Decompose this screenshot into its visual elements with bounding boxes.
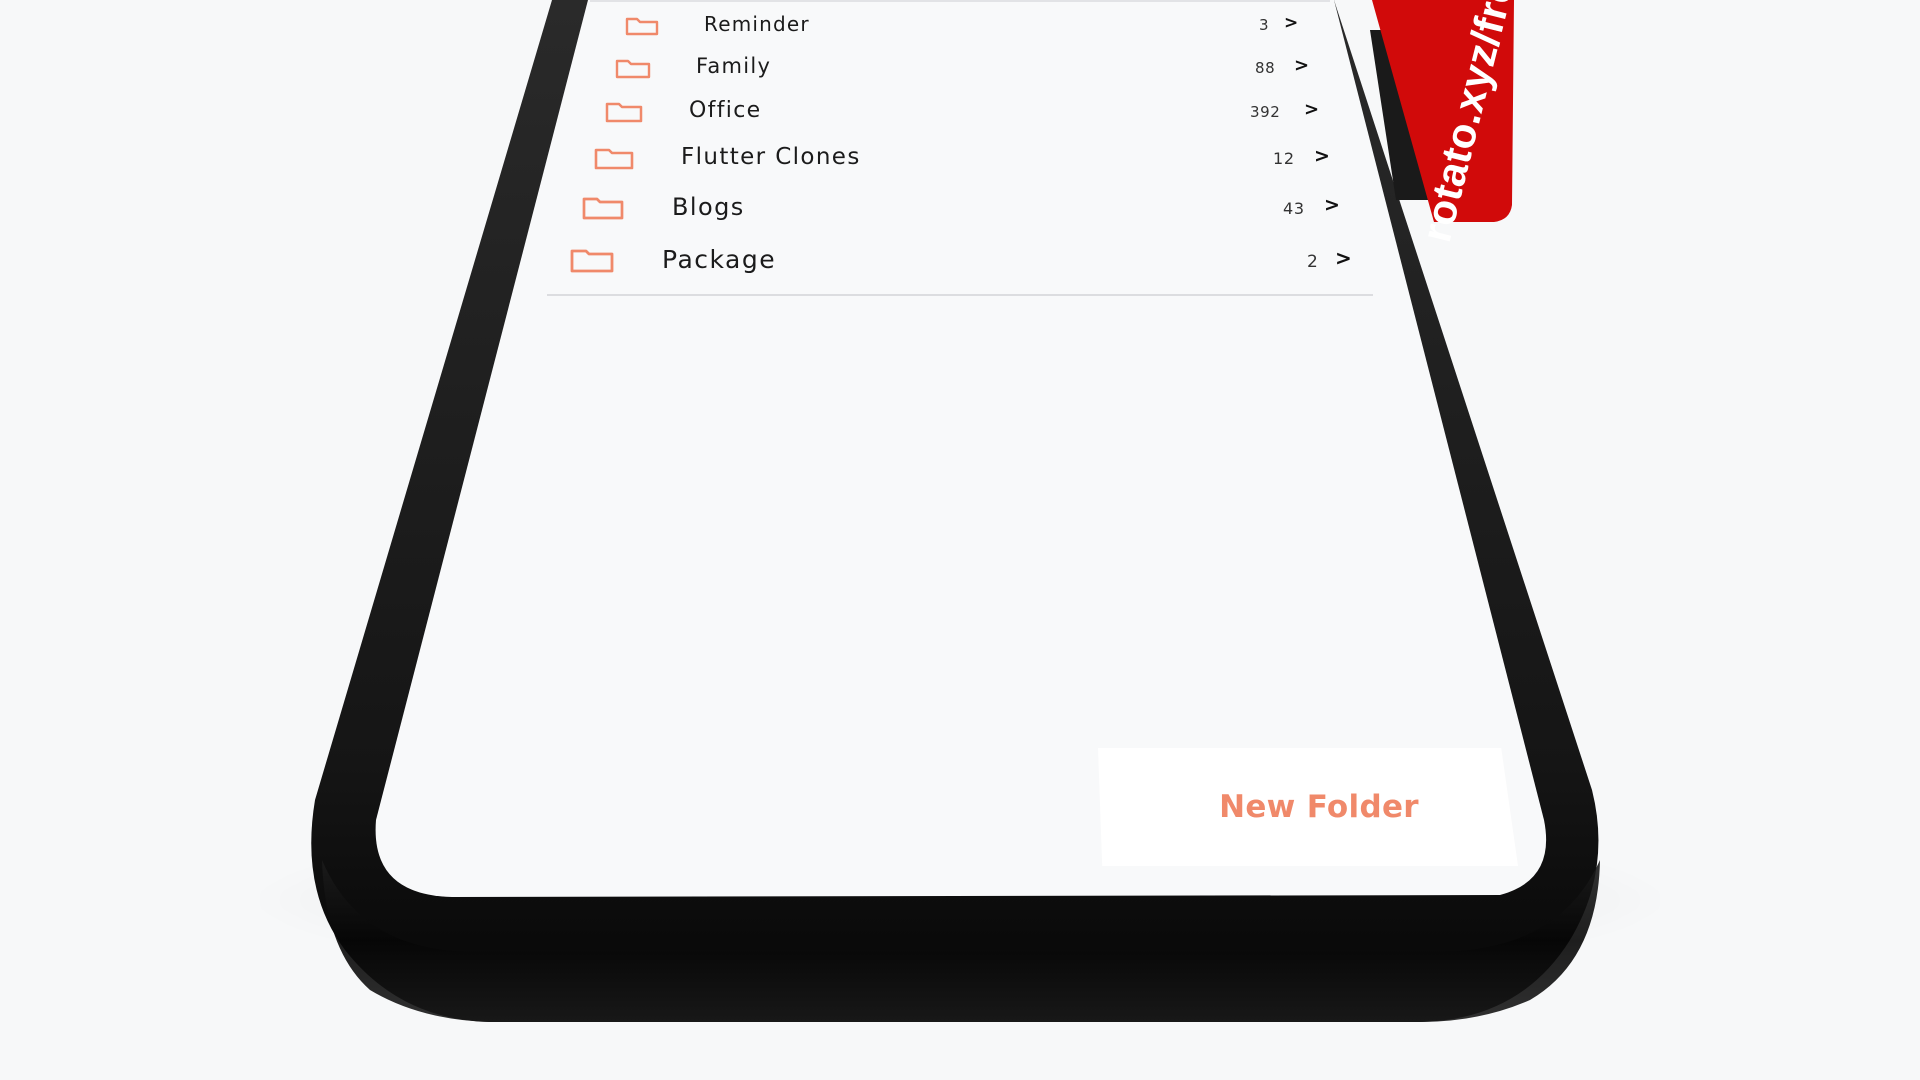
folder-icon	[625, 17, 659, 36]
folder-icon	[582, 197, 624, 220]
folder-count: 43	[1283, 199, 1305, 218]
folder-count: 88	[1255, 59, 1276, 77]
phone-device	[311, 0, 1600, 1022]
folder-name: Flutter Clones	[681, 144, 861, 170]
folder-count: 2	[1307, 252, 1319, 272]
stage: Reminder 3 > Family 88 > Office 392 > Fl…	[0, 0, 1920, 1080]
chevron-right-icon: >	[1294, 55, 1310, 76]
folder-name: Family	[696, 54, 772, 78]
chevron-right-icon: >	[1335, 246, 1352, 270]
folder-name: Reminder	[704, 12, 810, 36]
folder-count: 392	[1250, 103, 1281, 121]
folder-count: 12	[1273, 149, 1295, 168]
new-folder-label: New Folder	[1219, 789, 1419, 825]
folder-name: Package	[662, 245, 777, 274]
chevron-right-icon: >	[1304, 99, 1320, 120]
chevron-right-icon: >	[1324, 194, 1340, 216]
folder-icon	[615, 59, 651, 79]
chevron-right-icon: >	[1284, 13, 1299, 33]
list-divider	[547, 294, 1373, 296]
top-divider	[590, 0, 1330, 2]
folder-icon	[570, 249, 614, 273]
folder-name: Office	[689, 98, 762, 123]
folder-icon	[605, 102, 643, 123]
folder-icon	[594, 148, 634, 170]
new-folder-button[interactable]: New Folder	[1098, 748, 1518, 866]
folder-name: Blogs	[672, 193, 745, 221]
folder-count: 3	[1259, 16, 1270, 34]
chevron-right-icon: >	[1314, 145, 1330, 167]
